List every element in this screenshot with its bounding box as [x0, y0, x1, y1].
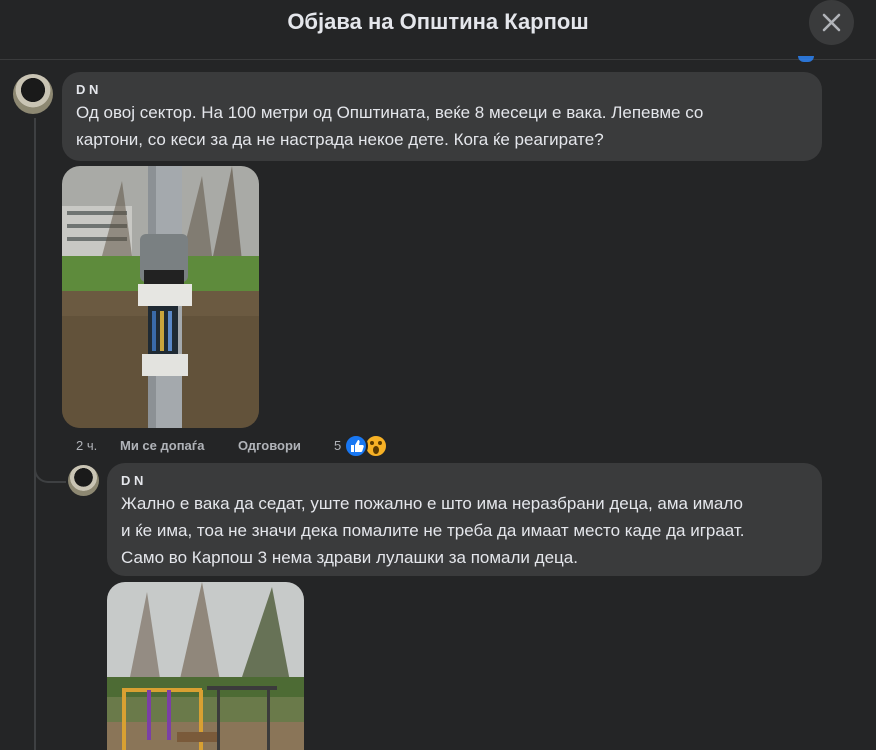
- like-button[interactable]: Ми се допаѓа: [120, 436, 204, 456]
- photo-street-pole: [62, 166, 259, 428]
- comment-photo[interactable]: [62, 166, 259, 428]
- comment-author[interactable]: D N: [76, 81, 808, 99]
- avatar[interactable]: [13, 74, 53, 114]
- comment-text-line: картони, со кеси за да не настрада некое…: [76, 130, 604, 149]
- reply-bubble: D N Жално е вака да седат, уште пожално …: [107, 463, 822, 576]
- reply-photo[interactable]: [107, 582, 304, 750]
- reply-text-line: и ќе има, тоа не значи дека помалите не …: [121, 521, 745, 540]
- dialog-title: Објава на Општина Карпош: [287, 9, 589, 34]
- comment-bubble: D N Од овој сектор. На 100 метри од Општ…: [62, 72, 822, 161]
- wow-icon: [364, 434, 388, 458]
- close-button[interactable]: [809, 0, 854, 45]
- close-icon: [822, 13, 841, 32]
- like-icon: [344, 434, 368, 458]
- comment-text-line: Од овој сектор. На 100 метри од Општинат…: [76, 103, 704, 122]
- avatar[interactable]: [68, 465, 99, 496]
- comment-time[interactable]: 2 ч.: [76, 436, 97, 456]
- reply-text-line: Жално е вака да седат, уште пожално е шт…: [121, 494, 743, 513]
- post-dialog-header: Објава на Општина Карпош: [0, 0, 876, 60]
- thread-line: [34, 118, 36, 750]
- reply-button[interactable]: Одговори: [238, 436, 301, 456]
- reactions[interactable]: [344, 434, 390, 458]
- reaction-count[interactable]: 5: [334, 436, 341, 456]
- scroll-indicator: [798, 56, 814, 62]
- reply-author[interactable]: D N: [121, 472, 808, 490]
- photo-playground: [107, 582, 304, 750]
- reply-connector: [34, 455, 66, 483]
- reply-text-line: Само во Карпош 3 нема здрави лулашки за …: [121, 548, 578, 567]
